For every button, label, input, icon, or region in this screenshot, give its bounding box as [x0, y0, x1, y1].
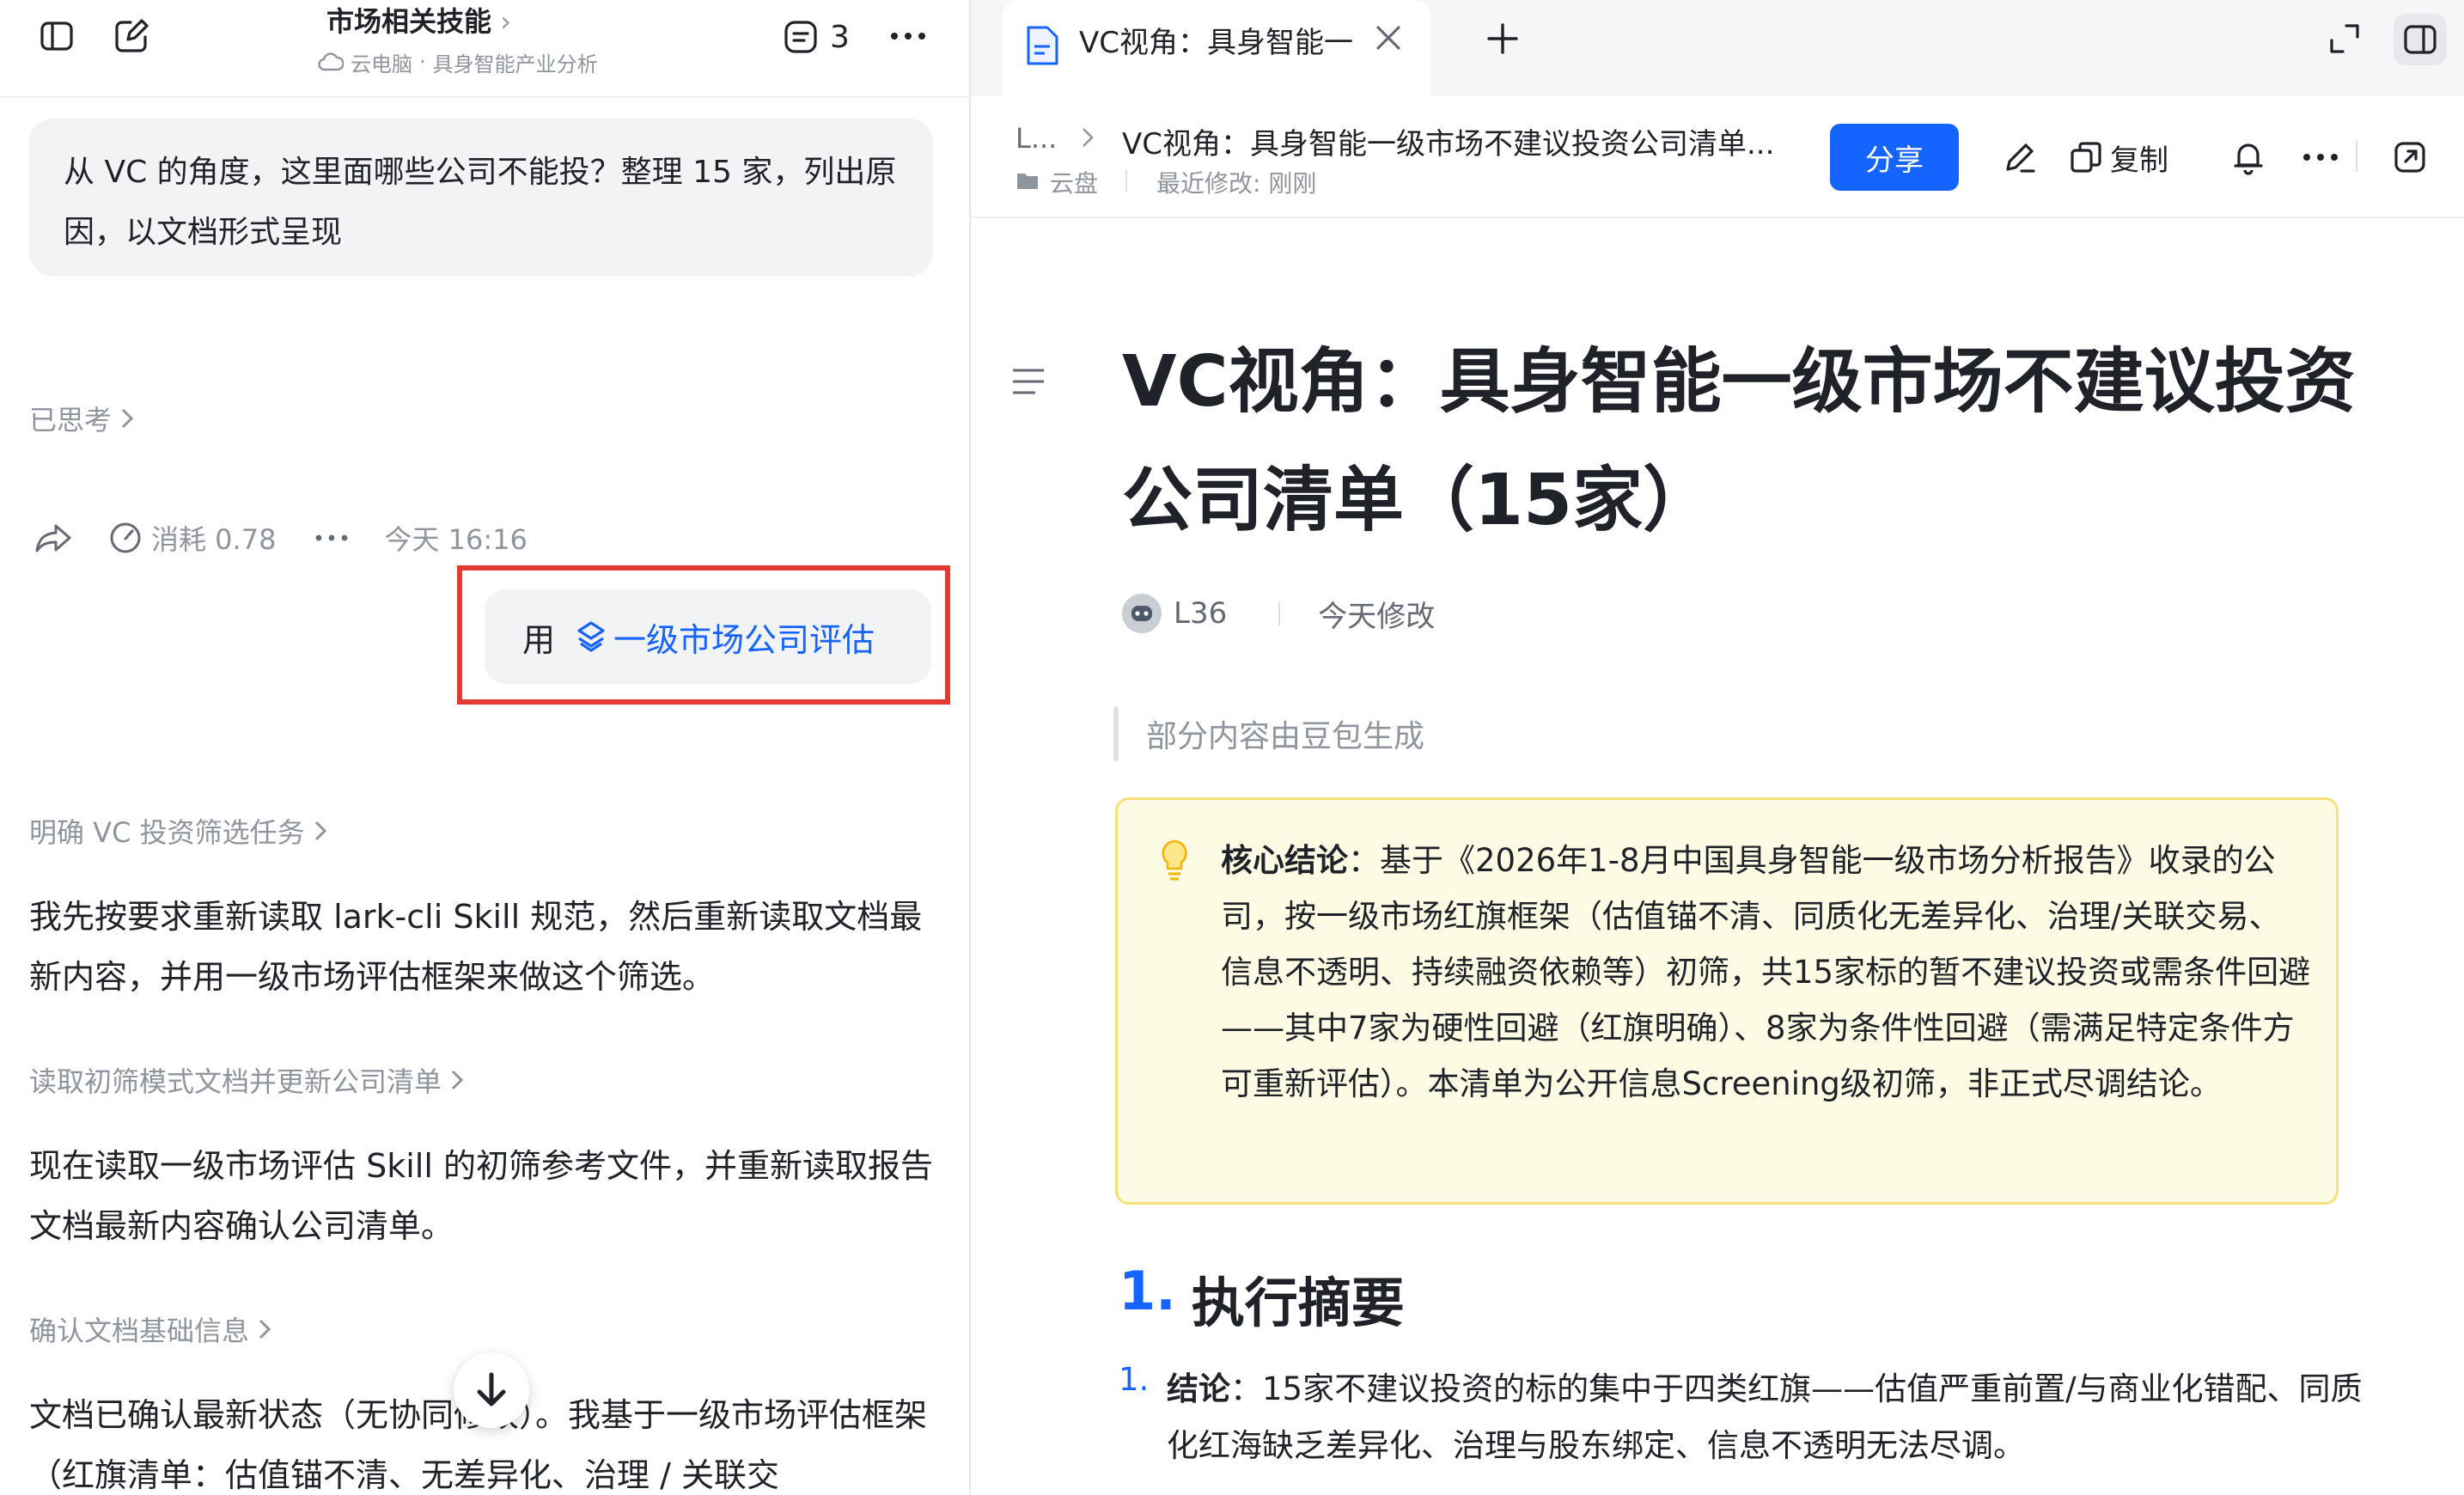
more-actions-icon[interactable]: [315, 534, 348, 541]
step-title: 确认文档基础信息: [29, 1315, 250, 1347]
tab-bar: VC视角：具身智能一: [971, 0, 2464, 96]
step-text: 现在读取一级市场评估 Skill 的初筛参考文件，并重新读取报告文档最新内容确认…: [29, 1147, 933, 1245]
document-panel: VC视角：具身智能一 L... VC视角：具身智能一级市场不建议投资公司清单..…: [971, 0, 2464, 1495]
author-name[interactable]: L36: [1174, 596, 1227, 631]
callout-body: ：基于《2026年1-8月中国具身智能一级市场分析报告》收录的公司，按一级市场红…: [1221, 842, 2311, 1102]
list-item-label: 结论: [1167, 1370, 1230, 1407]
chevron-right-icon: [450, 1068, 464, 1092]
list-item-text: ：15家不建议投资的标的集中于四类红旗——估值严重前置/与商业化错配、同质化红海…: [1167, 1370, 2363, 1464]
callout-block: 核心结论：基于《2026年1-8月中国具身智能一级市场分析报告》收录的公司，按一…: [1115, 797, 2339, 1205]
scroll-to-bottom-button[interactable]: [454, 1352, 529, 1428]
project-label: 具身智能产业分析: [432, 52, 598, 76]
share-label: 分享: [1865, 143, 1924, 178]
chat-title-text: 市场相关技能: [326, 5, 492, 38]
env-label: 云电脑: [351, 52, 412, 76]
add-tab-icon[interactable]: [1481, 17, 1524, 60]
step-title: 读取初筛模式文档并更新公司清单: [29, 1065, 442, 1098]
chat-panel: 市场相关技能 › 云电脑 · 具身智能产业分析 3 从 VC 的角度，这里面哪些…: [0, 0, 969, 1495]
skill-name-link[interactable]: 一级市场公司评估: [613, 613, 875, 661]
section-heading: 1. 执行摘要: [1119, 1260, 1405, 1337]
step-toggle-1[interactable]: 明确 VC 投资筛选任务: [29, 811, 327, 851]
user-message: 从 VC 的角度，这里面哪些公司不能投？整理 15 家，列出原因，以文档形式呈现: [29, 119, 933, 277]
edit-icon[interactable]: [1998, 136, 2041, 179]
section-title: 执行摘要: [1191, 1272, 1405, 1334]
gauge-icon: [108, 521, 143, 555]
tasks-count: 3: [830, 19, 850, 55]
cost-label: 消耗 0.78: [151, 523, 277, 556]
open-external-icon[interactable]: [2388, 136, 2431, 179]
new-chat-icon[interactable]: [110, 15, 153, 57]
lightbulb-icon: [1159, 838, 1190, 882]
chat-header: 市场相关技能 › 云电脑 · 具身智能产业分析 3: [0, 0, 969, 98]
document-title: VC视角：具身智能一级市场不建议投资公司清单（15家）: [1122, 341, 2356, 541]
panel-layout-icon[interactable]: [2394, 14, 2447, 65]
chevron-right-icon: ›: [491, 5, 511, 38]
toolbar-divider: [2356, 141, 2357, 172]
step-toggle-3[interactable]: 确认文档基础信息: [29, 1309, 271, 1349]
location-label[interactable]: 云盘: [1050, 165, 1098, 199]
timestamp: 今天 16:16: [384, 523, 528, 556]
task-list-icon: [784, 20, 818, 54]
callout-label: 核心结论: [1221, 842, 1348, 879]
quote-bar: [1113, 706, 1119, 761]
skill-prefix: 用: [522, 620, 556, 659]
cloud-icon: [318, 52, 344, 71]
copy-button[interactable]: 复制: [2069, 136, 2168, 179]
share-button[interactable]: 分享: [1830, 124, 1959, 191]
subtitle-separator: ·: [419, 50, 426, 74]
meta-divider: [1125, 170, 1127, 192]
chevron-right-icon: [120, 406, 134, 430]
skill-icon: [574, 619, 608, 654]
arrow-down-icon: [474, 1371, 509, 1409]
step-toggle-2[interactable]: 读取初筛模式文档并更新公司清单: [29, 1060, 464, 1100]
folder-icon: [1015, 170, 1040, 191]
last-modified: 最近修改: 刚刚: [1156, 169, 1317, 198]
chevron-right-icon: [1081, 125, 1095, 150]
author-row: L36 今天修改: [1122, 589, 1435, 638]
meta-divider: [1278, 601, 1281, 625]
tab-label: VC视角：具身智能一: [1079, 26, 1353, 58]
outline-icon[interactable]: [1007, 364, 1050, 399]
expand-icon[interactable]: [2323, 17, 2366, 60]
doc-icon: [1024, 24, 1060, 67]
chevron-right-icon: [258, 1317, 271, 1341]
modified-label: 今天修改: [1318, 599, 1436, 634]
sidebar-toggle-icon[interactable]: [34, 17, 79, 55]
section-number: 1.: [1119, 1260, 1176, 1322]
step-title: 明确 VC 投资筛选任务: [29, 816, 305, 849]
chat-subtitle: 云电脑 · 具身智能产业分析: [318, 46, 598, 77]
callout-text: 核心结论：基于《2026年1-8月中国具身智能一级市场分析报告》收录的公司，按一…: [1221, 833, 2312, 1112]
close-icon[interactable]: [1373, 22, 1404, 53]
tasks-button[interactable]: 3: [784, 15, 850, 58]
breadcrumb-root[interactable]: L...: [1015, 122, 1057, 155]
bell-icon[interactable]: [2227, 136, 2270, 179]
avatar[interactable]: [1122, 594, 1162, 633]
step-text: 我先按要求重新读取 lark-cli Skill 规范，然后重新读取文档最新内容…: [29, 898, 923, 996]
quote-text: 部分内容由豆包生成: [1146, 719, 1425, 754]
chevron-right-icon: [314, 819, 327, 843]
list-item: 结论：15家不建议投资的标的集中于四类红旗——估值严重前置/与商业化错配、同质化…: [1167, 1361, 2387, 1474]
user-message-text: 从 VC 的角度，这里面哪些公司不能投？整理 15 家，列出原因，以文档形式呈现: [64, 155, 897, 250]
chat-title[interactable]: 市场相关技能 ›: [326, 0, 610, 40]
breadcrumb-title[interactable]: VC视角：具身智能一级市场不建议投资公司清单...: [1122, 120, 1801, 162]
skill-use-pill[interactable]: 用 一级市场公司评估: [485, 589, 931, 684]
copy-label: 复制: [2110, 143, 2168, 178]
message-actions: 消耗 0.78 今天 16:16: [34, 512, 528, 564]
thought-label: 已思考: [29, 404, 113, 436]
more-icon[interactable]: [887, 19, 930, 53]
list-number: 1.: [1119, 1361, 1150, 1398]
doc-more-icon[interactable]: [2299, 137, 2342, 177]
copy-icon: [2069, 140, 2103, 174]
tab-document[interactable]: VC视角：具身智能一: [1002, 0, 1431, 96]
thought-toggle[interactable]: 已思考: [29, 399, 134, 438]
share-icon[interactable]: [34, 522, 72, 553]
